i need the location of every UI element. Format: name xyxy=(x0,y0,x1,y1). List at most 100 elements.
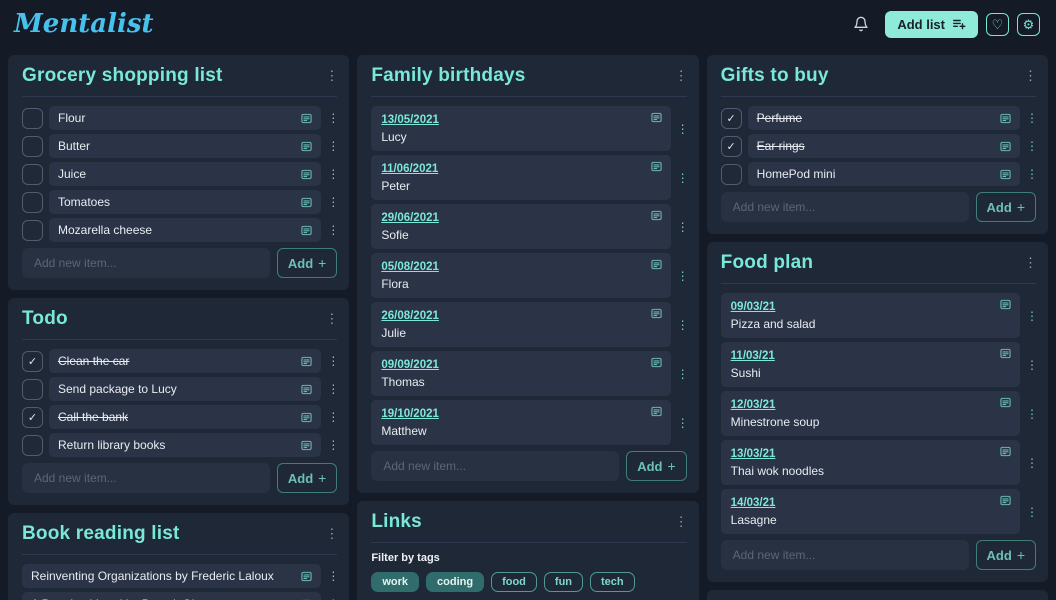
note-icon[interactable] xyxy=(301,571,312,582)
item-menu-icon[interactable]: ⋮ xyxy=(677,171,687,185)
item-date-link[interactable]: 29/06/2021 xyxy=(381,212,439,224)
item-menu-icon[interactable]: ⋮ xyxy=(327,223,337,237)
checkbox-unchecked[interactable] xyxy=(22,108,43,129)
item-row[interactable]: 09/09/2021Thomas xyxy=(371,351,670,396)
note-icon[interactable] xyxy=(651,161,662,172)
item-row[interactable]: Ear rings xyxy=(748,134,1020,158)
item-row[interactable]: Perfume xyxy=(748,106,1020,130)
checkbox-checked[interactable]: ✓ xyxy=(22,351,43,372)
item-date-link[interactable]: 11/06/2021 xyxy=(381,163,438,175)
item-menu-icon[interactable]: ⋮ xyxy=(1026,456,1036,470)
item-menu-icon[interactable]: ⋮ xyxy=(327,167,337,181)
note-icon[interactable] xyxy=(1000,348,1011,359)
item-menu-icon[interactable]: ⋮ xyxy=(677,367,687,381)
note-icon[interactable] xyxy=(651,210,662,221)
item-date-link[interactable]: 09/09/2021 xyxy=(381,359,439,371)
item-row[interactable]: 11/06/2021Peter xyxy=(371,155,670,200)
tag-tech[interactable]: tech xyxy=(590,572,635,592)
note-icon[interactable] xyxy=(1000,299,1011,310)
note-icon[interactable] xyxy=(301,384,312,395)
note-icon[interactable] xyxy=(651,308,662,319)
item-menu-icon[interactable]: ⋮ xyxy=(677,122,687,136)
item-menu-icon[interactable]: ⋮ xyxy=(327,139,337,153)
item-date-link[interactable]: 26/08/2021 xyxy=(381,310,439,322)
item-menu-icon[interactable]: ⋮ xyxy=(327,354,337,368)
note-icon[interactable] xyxy=(301,141,312,152)
note-icon[interactable] xyxy=(1000,495,1011,506)
card-menu-icon[interactable]: ⋮ xyxy=(675,68,687,84)
checkbox-unchecked[interactable] xyxy=(22,220,43,241)
item-menu-icon[interactable]: ⋮ xyxy=(677,318,687,332)
note-icon[interactable] xyxy=(301,169,312,180)
card-menu-icon[interactable]: ⋮ xyxy=(1024,255,1036,271)
card-menu-icon[interactable]: ⋮ xyxy=(325,68,337,84)
add-item-input[interactable] xyxy=(22,463,270,493)
note-icon[interactable] xyxy=(301,356,312,367)
item-row[interactable]: Call the bank xyxy=(49,405,321,429)
item-menu-icon[interactable]: ⋮ xyxy=(1026,505,1036,519)
note-icon[interactable] xyxy=(301,113,312,124)
item-menu-icon[interactable]: ⋮ xyxy=(1026,358,1036,372)
item-row[interactable]: Send package to Lucy xyxy=(49,377,321,401)
note-icon[interactable] xyxy=(651,406,662,417)
add-item-button[interactable]: Add+ xyxy=(976,192,1036,222)
item-date-link[interactable]: 11/03/21 xyxy=(731,350,775,362)
item-row[interactable]: 29/06/2021Sofie xyxy=(371,204,670,249)
item-menu-icon[interactable]: ⋮ xyxy=(677,416,687,430)
note-icon[interactable] xyxy=(1000,141,1011,152)
item-row[interactable]: 13/05/2021Lucy xyxy=(371,106,670,151)
item-row[interactable]: Mozarella cheese xyxy=(49,218,321,242)
item-menu-icon[interactable]: ⋮ xyxy=(1026,139,1036,153)
card-menu-icon[interactable]: ⋮ xyxy=(675,514,687,530)
item-row[interactable]: Clean the car xyxy=(49,349,321,373)
app-logo[interactable]: Mentalist xyxy=(14,9,153,39)
item-menu-icon[interactable]: ⋮ xyxy=(1026,309,1036,323)
note-icon[interactable] xyxy=(651,357,662,368)
note-icon[interactable] xyxy=(651,112,662,123)
checkbox-unchecked[interactable] xyxy=(721,164,742,185)
item-row[interactable]: Juice xyxy=(49,162,321,186)
item-menu-icon[interactable]: ⋮ xyxy=(327,382,337,396)
add-item-button[interactable]: Add+ xyxy=(277,463,337,493)
add-item-button[interactable]: Add+ xyxy=(277,248,337,278)
item-date-link[interactable]: 13/05/2021 xyxy=(381,114,439,126)
item-row[interactable]: 09/03/21Pizza and salad xyxy=(721,293,1020,338)
note-icon[interactable] xyxy=(1000,446,1011,457)
add-item-input[interactable] xyxy=(721,192,969,222)
checkbox-checked[interactable]: ✓ xyxy=(721,108,742,129)
card-menu-icon[interactable]: ⋮ xyxy=(325,311,337,327)
item-row[interactable]: 19/10/2021Matthew xyxy=(371,400,670,445)
item-menu-icon[interactable]: ⋮ xyxy=(327,111,337,125)
add-item-input[interactable] xyxy=(371,451,619,481)
item-menu-icon[interactable]: ⋮ xyxy=(1026,167,1036,181)
item-row[interactable]: 14/03/21Lasagne xyxy=(721,489,1020,534)
item-row[interactable]: 11/03/21Sushi xyxy=(721,342,1020,387)
item-row[interactable]: 05/08/2021Flora xyxy=(371,253,670,298)
item-menu-icon[interactable]: ⋮ xyxy=(327,438,337,452)
item-menu-icon[interactable]: ⋮ xyxy=(327,569,337,583)
note-icon[interactable] xyxy=(1000,169,1011,180)
note-icon[interactable] xyxy=(651,259,662,270)
item-menu-icon[interactable]: ⋮ xyxy=(1026,111,1036,125)
settings-button[interactable]: ⚙ xyxy=(1017,13,1040,36)
checkbox-unchecked[interactable] xyxy=(22,164,43,185)
item-menu-icon[interactable]: ⋮ xyxy=(327,195,337,209)
add-list-button[interactable]: Add list xyxy=(885,11,978,38)
item-date-link[interactable]: 09/03/21 xyxy=(731,301,776,313)
tag-work[interactable]: work xyxy=(371,572,419,592)
note-icon[interactable] xyxy=(1000,113,1011,124)
item-date-link[interactable]: 13/03/21 xyxy=(731,448,776,460)
tag-coding[interactable]: coding xyxy=(426,572,484,592)
item-date-link[interactable]: 05/08/2021 xyxy=(381,261,439,273)
tag-fun[interactable]: fun xyxy=(544,572,583,592)
checkbox-unchecked[interactable] xyxy=(22,136,43,157)
note-icon[interactable] xyxy=(301,412,312,423)
note-icon[interactable] xyxy=(301,440,312,451)
item-row[interactable]: Return library books xyxy=(49,433,321,457)
item-date-link[interactable]: 14/03/21 xyxy=(731,497,776,509)
item-menu-icon[interactable]: ⋮ xyxy=(327,410,337,424)
card-menu-icon[interactable]: ⋮ xyxy=(1024,68,1036,84)
favorites-button[interactable]: ♡ xyxy=(986,13,1009,36)
add-item-button[interactable]: Add+ xyxy=(626,451,686,481)
item-date-link[interactable]: 19/10/2021 xyxy=(381,408,439,420)
